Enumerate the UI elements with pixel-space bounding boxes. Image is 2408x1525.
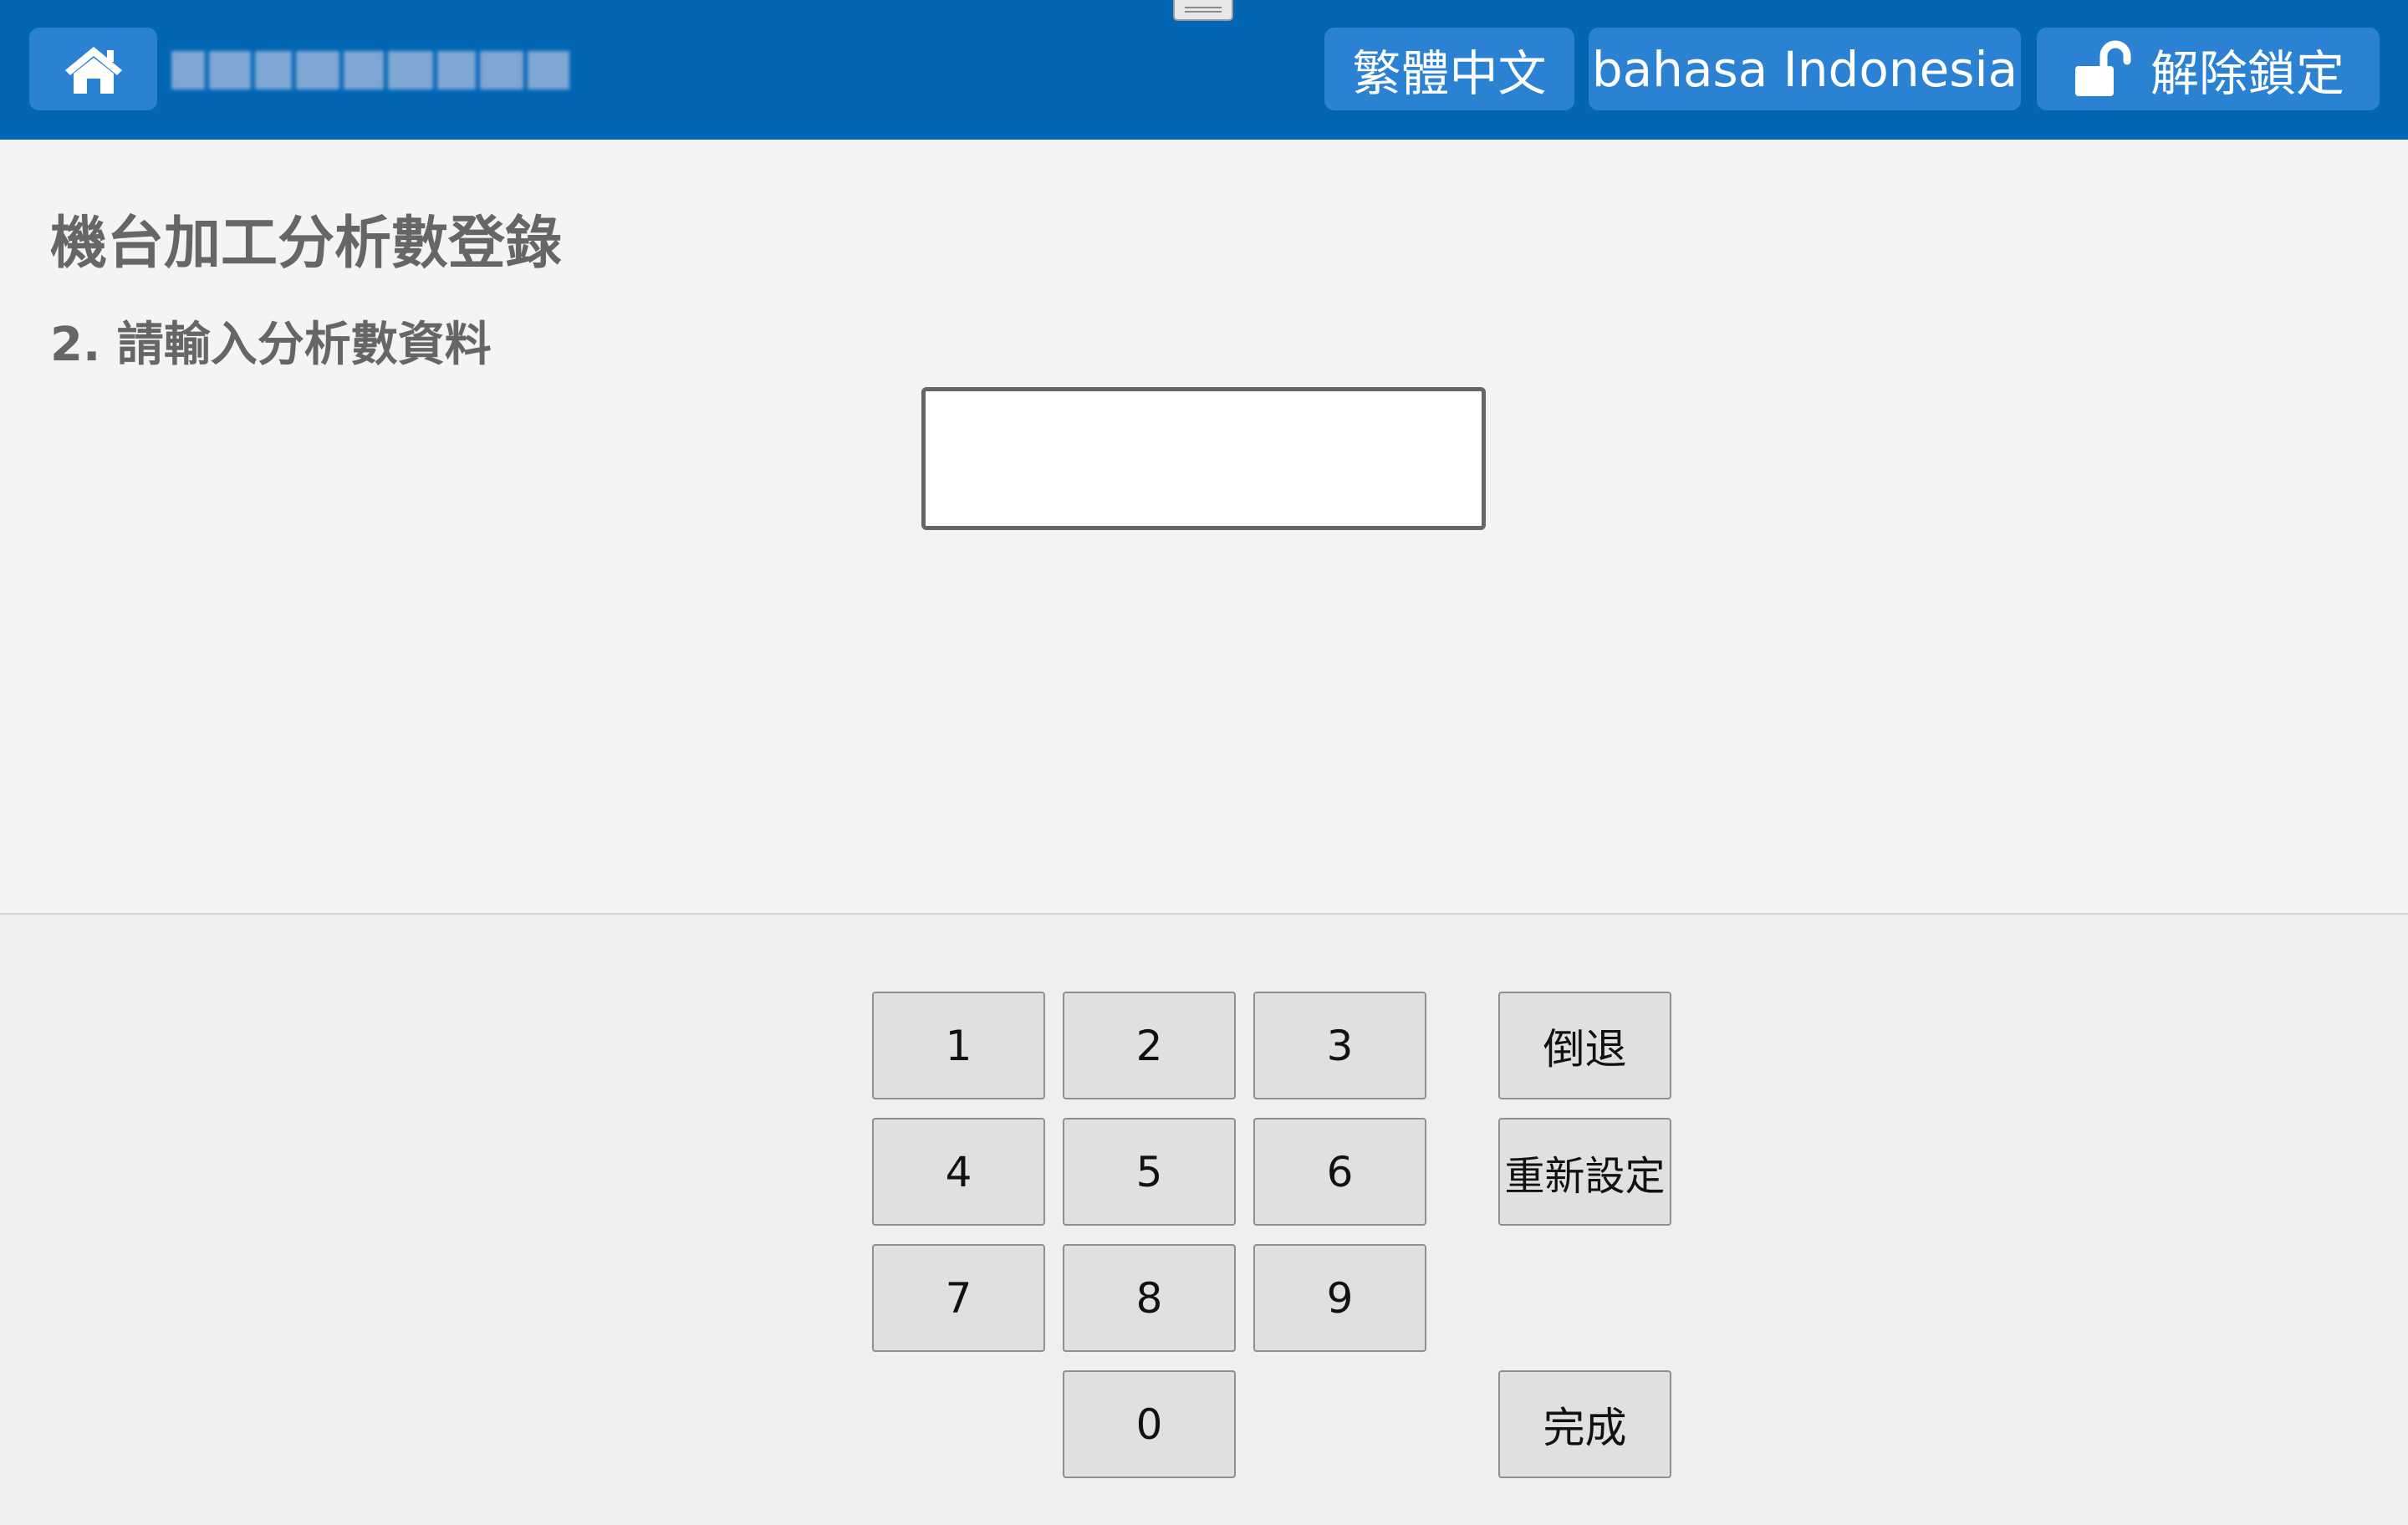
key-3[interactable]: 3 (1253, 992, 1426, 1099)
top-bar: 繁體中文 bahasa Indonesia 解除鎖定 (0, 0, 2408, 140)
app-title-redacted (171, 46, 574, 94)
reset-button[interactable]: 重新設定 (1498, 1118, 1671, 1226)
unlock-label: 解除鎖定 (2150, 44, 2344, 102)
key-7[interactable]: 7 (872, 1244, 1045, 1352)
unlock-button[interactable]: 解除鎖定 (2037, 28, 2380, 110)
key-2[interactable]: 2 (1063, 992, 1236, 1099)
form-panel: 機台加工分析數登錄 2. 請輸入分析數資料 (0, 140, 2408, 915)
home-icon (64, 46, 122, 94)
language-id-button[interactable]: bahasa Indonesia (1589, 28, 2021, 110)
key-6[interactable]: 6 (1253, 1118, 1426, 1226)
backspace-button[interactable]: 倒退 (1498, 992, 1671, 1099)
key-0[interactable]: 0 (1063, 1370, 1236, 1478)
unlock-icon (2074, 40, 2131, 96)
home-button[interactable] (29, 28, 157, 110)
key-9[interactable]: 9 (1253, 1244, 1426, 1352)
keypad: 1 2 3 倒退 4 5 6 重新設定 7 8 9 0 完成 (0, 915, 2408, 1525)
key-8[interactable]: 8 (1063, 1244, 1236, 1352)
step-label: 2. 請輸入分析數資料 (50, 318, 492, 372)
done-button[interactable]: 完成 (1498, 1370, 1671, 1478)
drag-handle[interactable] (1173, 0, 1233, 21)
key-5[interactable]: 5 (1063, 1118, 1236, 1226)
analysis-count-input[interactable] (921, 387, 1486, 530)
language-zh-button[interactable]: 繁體中文 (1324, 28, 1574, 110)
key-4[interactable]: 4 (872, 1118, 1045, 1226)
page-title: 機台加工分析數登錄 (50, 211, 563, 277)
key-1[interactable]: 1 (872, 992, 1045, 1099)
